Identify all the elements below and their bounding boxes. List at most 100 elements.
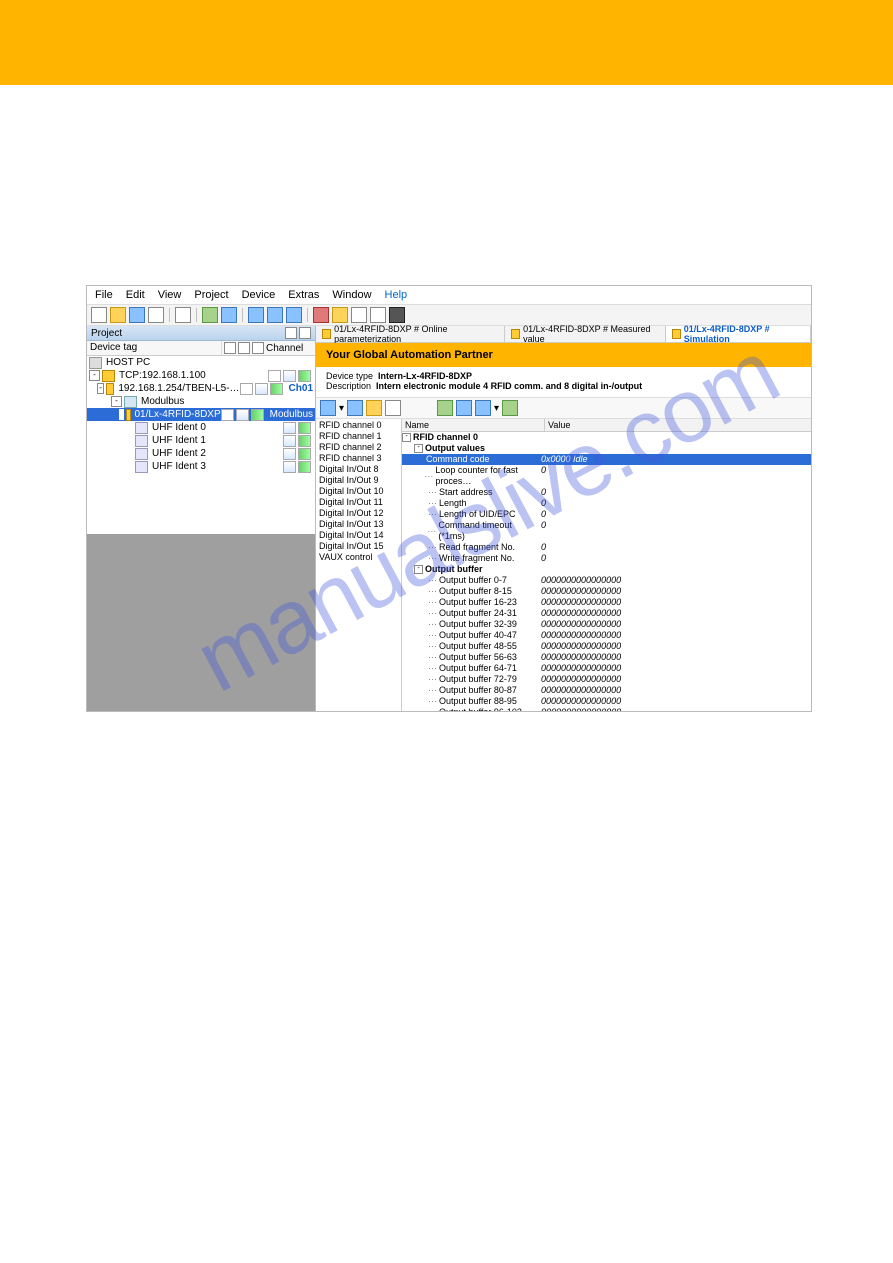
col-name[interactable]: Name: [402, 419, 545, 431]
upload-icon[interactable]: [286, 307, 302, 323]
io-icon[interactable]: [298, 370, 311, 382]
new-icon[interactable]: [91, 307, 107, 323]
copy-icon[interactable]: [385, 400, 401, 416]
tree-modulbus[interactable]: -Modulbus: [87, 395, 315, 408]
write-icon[interactable]: [437, 400, 453, 416]
collapse-icon[interactable]: -: [89, 370, 100, 381]
param-row[interactable]: ⋯Output buffer 8-150000000000000000: [402, 586, 811, 597]
io-icon[interactable]: [298, 422, 311, 434]
column-channel[interactable]: Channel: [266, 343, 303, 354]
param-row[interactable]: ⋯Output buffer 48-550000000000000000: [402, 641, 811, 652]
copy-icon[interactable]: [221, 307, 237, 323]
param-row[interactable]: ⋯Start address0: [402, 487, 811, 498]
dropdown-icon[interactable]: ▾: [339, 403, 344, 414]
channel-item[interactable]: Digital In/Out 9: [316, 475, 401, 486]
build-icon[interactable]: [332, 307, 348, 323]
collapse-icon[interactable]: -: [402, 433, 411, 442]
filter-icon[interactable]: [475, 400, 491, 416]
edit-icon[interactable]: [240, 383, 253, 395]
connect-icon[interactable]: [313, 307, 329, 323]
tree-uhf3[interactable]: UHF Ident 3: [87, 460, 315, 473]
param-output-buffer[interactable]: -Output buffer: [402, 564, 811, 575]
param-row[interactable]: ⋯Read fragment No.0: [402, 542, 811, 553]
dropdown-icon[interactable]: [285, 327, 297, 339]
tree-tcp[interactable]: -TCP:192.168.1.100: [87, 369, 315, 382]
project-icon[interactable]: [202, 307, 218, 323]
col-value[interactable]: Value: [545, 419, 811, 431]
monitor-icon[interactable]: [389, 307, 405, 323]
save-icon[interactable]: [129, 307, 145, 323]
edit-icon[interactable]: [221, 409, 234, 421]
param-row[interactable]: ⋯Output buffer 72-790000000000000000: [402, 674, 811, 685]
param-row[interactable]: ⋯Output buffer 32-390000000000000000: [402, 619, 811, 630]
io-icon[interactable]: [298, 461, 311, 473]
view2-icon[interactable]: [347, 400, 363, 416]
col-icon[interactable]: [224, 342, 236, 354]
plus-icon[interactable]: [283, 461, 296, 473]
channel-item[interactable]: Digital In/Out 11: [316, 497, 401, 508]
help-icon[interactable]: [366, 400, 382, 416]
col-icon[interactable]: [252, 342, 264, 354]
menu-file[interactable]: File: [95, 289, 113, 301]
param-row[interactable]: ⋯Output buffer 24-310000000000000000: [402, 608, 811, 619]
menu-window[interactable]: Window: [332, 289, 371, 301]
plus-icon[interactable]: [283, 435, 296, 447]
channel-item[interactable]: VAUX control: [316, 552, 401, 563]
io-icon[interactable]: [270, 383, 283, 395]
plus-icon[interactable]: [283, 422, 296, 434]
tab-measured[interactable]: 01/Lx-4RFID-8DXP # Measured value: [505, 326, 666, 342]
channel-item[interactable]: Digital In/Out 14: [316, 530, 401, 541]
param-output-values[interactable]: -Output values: [402, 443, 811, 454]
channel-item[interactable]: RFID channel 2: [316, 442, 401, 453]
open-icon[interactable]: [110, 307, 126, 323]
io-icon[interactable]: [251, 409, 264, 421]
tool-icon[interactable]: [370, 307, 386, 323]
param-row[interactable]: ⋯Length of UID/EPC0: [402, 509, 811, 520]
menu-device[interactable]: Device: [242, 289, 276, 301]
plus-icon[interactable]: [283, 370, 296, 382]
tree-gateway[interactable]: -192.168.1.254/TBEN-L5-…Ch01: [87, 382, 315, 395]
param-command-code[interactable]: Command code0x0000 Idle: [402, 454, 811, 465]
param-row[interactable]: ⋯Output buffer 64-710000000000000000: [402, 663, 811, 674]
param-row[interactable]: ⋯Output buffer 88-950000000000000000: [402, 696, 811, 707]
io-icon[interactable]: [298, 448, 311, 460]
refresh-icon[interactable]: [502, 400, 518, 416]
collapse-icon[interactable]: -: [414, 565, 423, 574]
gear-icon[interactable]: [351, 307, 367, 323]
tree-uhf2[interactable]: UHF Ident 2: [87, 447, 315, 460]
plus-icon[interactable]: [236, 409, 249, 421]
collapse-icon[interactable]: -: [111, 396, 122, 407]
menu-extras[interactable]: Extras: [288, 289, 319, 301]
collapse-icon[interactable]: -: [119, 409, 124, 420]
channel-item[interactable]: Digital In/Out 12: [316, 508, 401, 519]
menu-help[interactable]: Help: [385, 289, 408, 301]
io-icon[interactable]: [298, 435, 311, 447]
param-row[interactable]: ⋯Loop counter for fast proces…0: [402, 465, 811, 487]
channel-item[interactable]: Digital In/Out 8: [316, 464, 401, 475]
param-row[interactable]: ⋯Output buffer 16-230000000000000000: [402, 597, 811, 608]
channel-item[interactable]: Digital In/Out 15: [316, 541, 401, 552]
window-icon[interactable]: [248, 307, 264, 323]
print-icon[interactable]: [148, 307, 164, 323]
download-icon[interactable]: [267, 307, 283, 323]
menu-edit[interactable]: Edit: [126, 289, 145, 301]
tab-simulation[interactable]: 01/Lx-4RFID-8DXP # Simulation: [666, 326, 811, 342]
plus-icon[interactable]: [283, 448, 296, 460]
channel-item[interactable]: RFID channel 1: [316, 431, 401, 442]
param-row[interactable]: ⋯Write fragment No.0: [402, 553, 811, 564]
col-icon[interactable]: [238, 342, 250, 354]
menu-project[interactable]: Project: [194, 289, 228, 301]
param-row[interactable]: ⋯Output buffer 80-870000000000000000: [402, 685, 811, 696]
channel-item[interactable]: RFID channel 0: [316, 420, 401, 431]
column-device-tag[interactable]: Device tag: [87, 341, 222, 355]
read-icon[interactable]: [456, 400, 472, 416]
channel-item[interactable]: Digital In/Out 13: [316, 519, 401, 530]
tree-uhf1[interactable]: UHF Ident 1: [87, 434, 315, 447]
param-row[interactable]: ⋯Output buffer 96-1030000000000000000: [402, 707, 811, 711]
plus-icon[interactable]: [255, 383, 268, 395]
printpreview-icon[interactable]: [175, 307, 191, 323]
tree-uhf0[interactable]: UHF Ident 0: [87, 421, 315, 434]
channel-item[interactable]: RFID channel 3: [316, 453, 401, 464]
param-root[interactable]: -RFID channel 0: [402, 432, 811, 443]
param-row[interactable]: ⋯Output buffer 40-470000000000000000: [402, 630, 811, 641]
